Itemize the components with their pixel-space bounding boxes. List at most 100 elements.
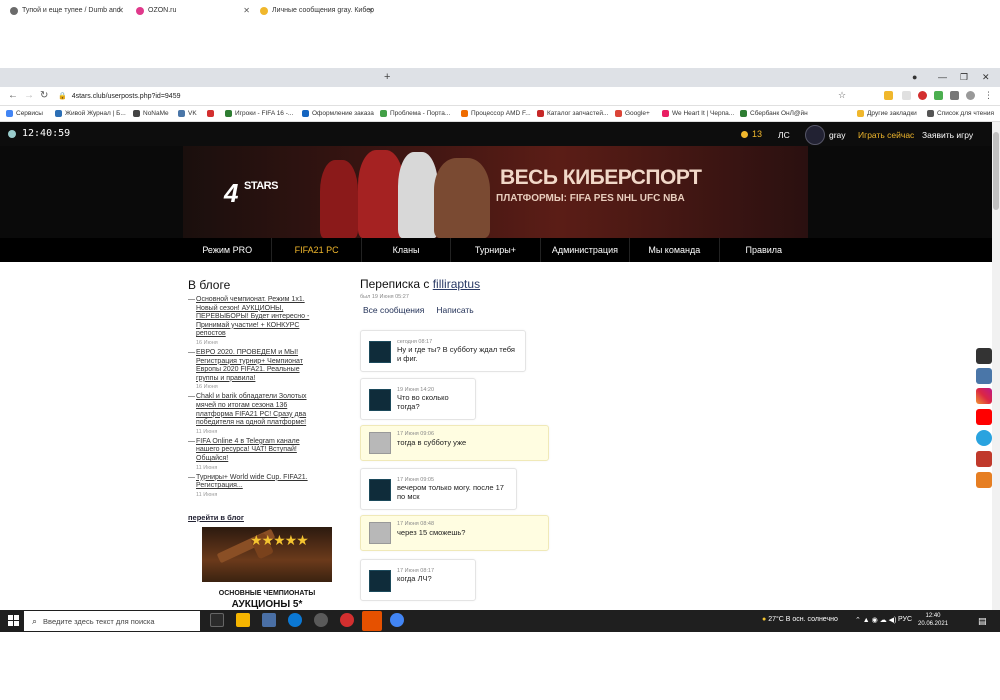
reading-list[interactable]: Список для чтения bbox=[927, 110, 994, 117]
coins-value: 13 bbox=[752, 129, 763, 139]
extension-icon[interactable] bbox=[902, 91, 911, 100]
opera-icon[interactable] bbox=[918, 91, 927, 100]
calculator-icon[interactable] bbox=[262, 613, 276, 627]
app-icon[interactable] bbox=[362, 611, 382, 631]
social-icon[interactable] bbox=[976, 472, 992, 488]
bookmark-item[interactable]: VK bbox=[178, 110, 197, 117]
extension-icon[interactable] bbox=[934, 91, 943, 100]
bookmark-item[interactable]: NoNaMe bbox=[133, 110, 169, 117]
avatar[interactable] bbox=[369, 479, 391, 501]
app-icon[interactable] bbox=[314, 613, 328, 627]
notifications-icon[interactable]: ▤ bbox=[978, 616, 987, 627]
blog-item-link[interactable]: Chakl и barik обладатели Золотых мячей п… bbox=[188, 393, 318, 427]
site-logo[interactable]: 4 STARS bbox=[224, 172, 294, 220]
social-icon[interactable] bbox=[976, 451, 992, 467]
coin-icon bbox=[741, 130, 748, 138]
menu-item-rules[interactable]: Правила bbox=[720, 238, 808, 262]
bookmark-item[interactable]: Игроки - FIFA 16 -... bbox=[225, 110, 293, 117]
last-seen: был 19 Июня 05:27 bbox=[360, 294, 409, 300]
tab-write[interactable]: Написать bbox=[436, 305, 473, 315]
bookmark-item[interactable]: Каталог запчастей... bbox=[537, 110, 608, 117]
vk-icon bbox=[178, 110, 185, 117]
chrome-icon[interactable] bbox=[390, 613, 404, 627]
close-tab-icon[interactable]: ✕ bbox=[117, 6, 124, 15]
profile-avatar-icon[interactable] bbox=[966, 91, 975, 100]
youtube-icon[interactable] bbox=[976, 409, 992, 425]
new-tab-button[interactable]: + bbox=[384, 71, 390, 83]
menu-item-pro[interactable]: Режим PRO bbox=[183, 238, 273, 262]
browser-tab-3-active[interactable]: Личные сообщения gray. Кибер ✕ bbox=[254, 2, 378, 19]
private-messages-link[interactable]: ЛС bbox=[778, 130, 790, 140]
bookmark-item[interactable]: We Heart It | Черпа... bbox=[662, 110, 734, 117]
go-to-blog-link[interactable]: перейти в блог bbox=[188, 513, 244, 522]
close-tab-icon[interactable]: ✕ bbox=[367, 6, 374, 15]
bookmark-item[interactable]: Живой Журнал | Б... bbox=[55, 110, 126, 117]
blog-item-link[interactable]: FIFA Online 4 в Telegram канале нашего р… bbox=[188, 438, 318, 464]
bookmark-item[interactable]: Сбербанк ОнЛ@йн bbox=[740, 110, 808, 117]
maximize-icon[interactable]: ❐ bbox=[960, 72, 968, 83]
coins-counter[interactable]: 13 bbox=[741, 129, 762, 139]
bookmark-item[interactable]: Google+ bbox=[615, 110, 650, 117]
extensions-puzzle-icon[interactable] bbox=[950, 91, 959, 100]
message-text: Ну и где ты? В субботу ждал тебя и фиг. bbox=[397, 345, 515, 363]
avatar[interactable] bbox=[369, 341, 391, 363]
back-icon[interactable]: ← bbox=[8, 90, 18, 101]
reload-icon[interactable]: ↻ bbox=[40, 90, 48, 101]
avatar[interactable] bbox=[369, 432, 391, 454]
blog-item-link[interactable]: ЕВРО 2020. ПРОВЕДЕМ и МЫ! Регистрация ту… bbox=[188, 349, 318, 383]
tray-clock[interactable]: 12:40 20.06.2021 bbox=[918, 612, 948, 628]
menu-item-team[interactable]: Мы команда bbox=[630, 238, 720, 262]
star-icon[interactable]: ☆ bbox=[838, 90, 846, 101]
browser-tab-1[interactable]: Тупой и еще тупее / Dumb and ✕ bbox=[4, 2, 128, 19]
extension-icon[interactable] bbox=[884, 91, 893, 100]
bookmark-item[interactable]: Оформление заказа bbox=[302, 110, 374, 117]
scrollbar-thumb[interactable] bbox=[993, 132, 999, 210]
menu-item-tournaments[interactable]: Турниры+ bbox=[451, 238, 541, 262]
language-indicator[interactable]: РУС bbox=[898, 616, 912, 623]
avatar[interactable] bbox=[369, 570, 391, 592]
blog-item-link[interactable]: Основной чемпионат. Режим 1х1. Новый сез… bbox=[188, 296, 318, 339]
avatar[interactable] bbox=[369, 389, 391, 411]
tab-all-messages[interactable]: Все сообщения bbox=[363, 305, 424, 315]
menu-kebab-icon[interactable]: ⋮ bbox=[984, 90, 993, 101]
blog-item-date: 11 Июня bbox=[196, 428, 218, 435]
forward-icon[interactable]: → bbox=[24, 90, 34, 101]
minimize-icon[interactable]: — bbox=[938, 72, 947, 82]
close-window-icon[interactable]: ✕ bbox=[982, 72, 990, 83]
other-bookmarks[interactable]: Другие закладки bbox=[857, 110, 917, 117]
instagram-icon[interactable] bbox=[976, 388, 992, 404]
avatar[interactable] bbox=[369, 522, 391, 544]
user-menu[interactable]: gray bbox=[805, 125, 846, 145]
bookmark-item[interactable]: Процессор AMD F... bbox=[461, 110, 531, 117]
promo-banner[interactable]: ★★★★★ ОСНОВНЫЕ ЧЕМПИОНАТЫ АУКЦИОНЫ 5* bbox=[202, 527, 332, 610]
bookmark-label: Другие закладки bbox=[867, 110, 917, 117]
bookmark-icon bbox=[302, 110, 309, 117]
conversation-title: Переписка с filliraptus bbox=[360, 277, 480, 291]
menu-item-admin[interactable]: Администрация bbox=[541, 238, 631, 262]
edge-icon[interactable] bbox=[288, 613, 302, 627]
telegram-icon[interactable] bbox=[976, 430, 992, 446]
opera-icon[interactable] bbox=[340, 613, 354, 627]
partner-link[interactable]: filliraptus bbox=[433, 277, 480, 291]
play-now-link[interactable]: Играть сейчас bbox=[858, 130, 914, 140]
weather-widget[interactable]: ● 27°C В осн. солнечно bbox=[762, 616, 838, 623]
bookmark-item[interactable] bbox=[207, 110, 217, 117]
close-tab-icon[interactable]: ✕ bbox=[243, 6, 250, 15]
bookmark-item[interactable]: Сервисы bbox=[6, 110, 43, 117]
claim-game-link[interactable]: Заявить игру bbox=[922, 130, 973, 140]
url-field[interactable]: 🔒 4stars.club/userposts.php?id=9459 bbox=[58, 88, 828, 104]
bookmark-item[interactable]: Проблема - Порта... bbox=[380, 110, 450, 117]
menu-item-clans[interactable]: Кланы bbox=[362, 238, 452, 262]
browser-tab-2[interactable]: OZON.ru ✕ bbox=[130, 2, 254, 19]
taskbar-search[interactable]: ⌕ Введите здесь текст для поиска bbox=[24, 611, 200, 631]
menu-item-fifa21[interactable]: FIFA21 PC bbox=[272, 238, 362, 262]
bookmark-label: Оформление заказа bbox=[312, 110, 374, 117]
profile-dot-icon[interactable]: ● bbox=[912, 72, 917, 82]
tray-icons[interactable]: ⌃ ▲ ◉ ☁ ◀) bbox=[855, 616, 896, 624]
blog-item-link[interactable]: Турниры+ World wide Cup. FIFA21. Регистр… bbox=[188, 474, 318, 491]
avatar-social-icon[interactable] bbox=[976, 348, 992, 364]
vk-icon[interactable] bbox=[976, 368, 992, 384]
file-explorer-icon[interactable] bbox=[236, 613, 250, 627]
windows-start-icon[interactable] bbox=[8, 615, 19, 626]
task-view-icon[interactable] bbox=[210, 613, 224, 627]
